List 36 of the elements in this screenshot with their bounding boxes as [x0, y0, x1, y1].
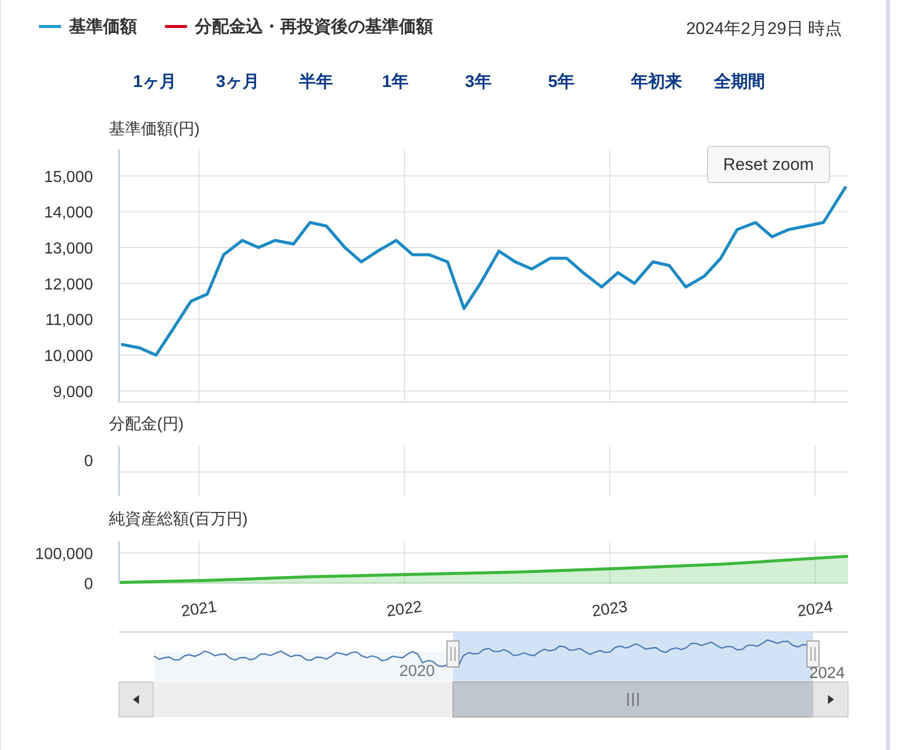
x-tick-label: 2024 — [796, 598, 834, 620]
axis-title: 純資産総額(百万円) — [109, 511, 248, 528]
navigator-handle[interactable] — [806, 640, 820, 668]
legend-label: 基準価額 — [69, 16, 137, 38]
y-tick-label: 100,000 — [35, 546, 93, 563]
reset-zoom-button[interactable]: Reset zoom — [707, 146, 830, 183]
axis-title: 分配金(円) — [109, 416, 184, 433]
navigator-handle[interactable] — [446, 640, 460, 668]
range-tab[interactable]: 全期間 — [714, 69, 797, 95]
range-tab[interactable]: 1ヶ月 — [133, 69, 216, 95]
x-tick-label: 2021 — [180, 598, 218, 620]
x-tick-label: 2023 — [590, 598, 629, 620]
range-tab[interactable]: 3ヶ月 — [216, 69, 299, 95]
range-tab[interactable]: 1年 — [382, 69, 465, 95]
axis-title: 基準価額(円) — [109, 121, 200, 138]
y-tick-label: 13,000 — [44, 240, 93, 258]
range-tab[interactable]: 5年 — [548, 69, 631, 95]
range-tab[interactable]: 半年 — [299, 69, 382, 95]
y-tick-label: 10,000 — [44, 348, 93, 366]
y-tick-label: 9,000 — [52, 384, 93, 401]
y-tick-label: 0 — [84, 453, 93, 470]
scrollbar-thumb[interactable] — [452, 682, 814, 718]
y-tick-label: 12,000 — [44, 276, 93, 294]
scroll-left-button[interactable] — [118, 682, 154, 718]
y-tick-label: 14,000 — [44, 204, 93, 222]
legend-label: 分配金込・再投資後の基準価額 — [195, 16, 433, 38]
y-tick-label: 15,000 — [44, 168, 93, 186]
x-tick-label: 2022 — [386, 598, 424, 620]
navigator-label: 2024 — [809, 665, 845, 682]
scroll-right-button[interactable] — [812, 682, 848, 718]
navigator-label: 2020 — [399, 663, 435, 680]
range-tab[interactable]: 3年 — [465, 69, 548, 95]
y-tick-label: 11,000 — [45, 312, 93, 330]
as-of-date: 2024年2月29日 時点 — [686, 18, 842, 40]
range-tab[interactable]: 年初来 — [631, 69, 714, 95]
y-tick-label: 0 — [84, 576, 93, 593]
